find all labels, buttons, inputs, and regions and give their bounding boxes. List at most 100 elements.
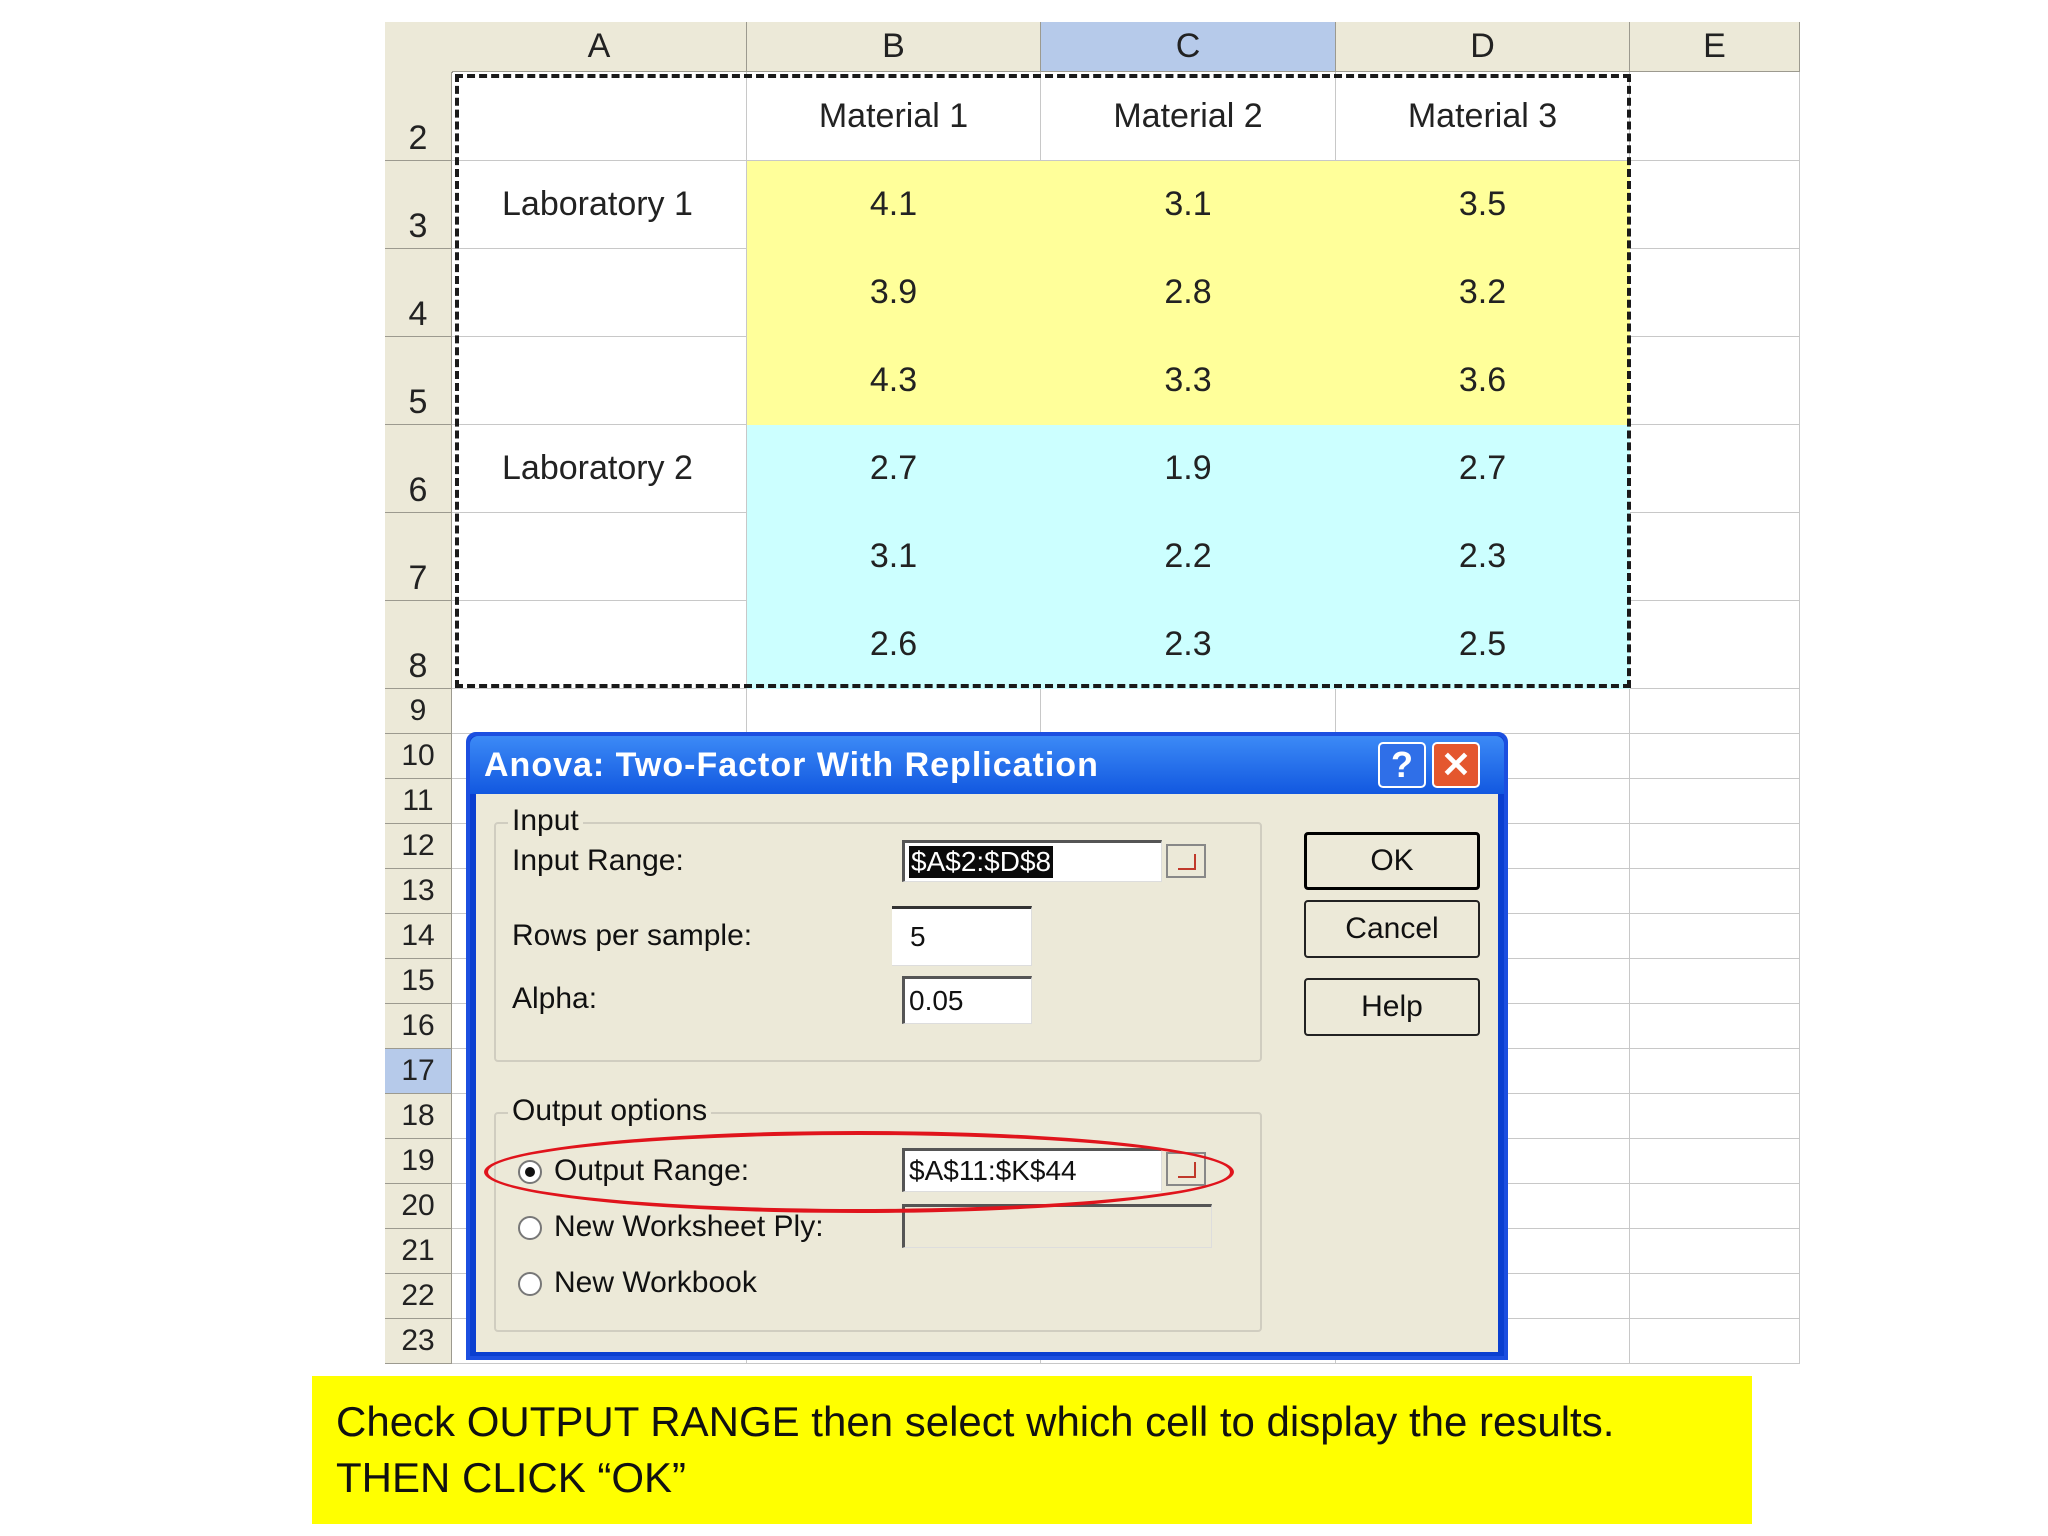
row-header-17[interactable]: 17 [385,1049,452,1094]
close-title-button[interactable]: ✕ [1432,742,1480,788]
cell-a6[interactable]: Laboratory 2 [452,425,747,513]
ok-button[interactable]: OK [1304,832,1480,890]
row-header-4[interactable]: 4 [385,249,452,337]
row-header-13[interactable]: 13 [385,869,452,914]
new-worksheet-radio[interactable] [518,1216,542,1240]
cell-e8[interactable] [1630,601,1800,689]
cell-e2[interactable] [1630,72,1800,161]
row-header-3[interactable]: 3 [385,161,452,249]
row-header-16[interactable]: 16 [385,1004,452,1049]
row-header-15[interactable]: 15 [385,959,452,1004]
cell-b4[interactable]: 3.9 [747,249,1041,337]
output-range-label[interactable]: Output Range: [554,1154,749,1188]
row-header-22[interactable]: 22 [385,1274,452,1319]
cell-d6[interactable]: 2.7 [1336,425,1630,513]
cell-c2[interactable]: Material 2 [1041,72,1336,161]
column-header-c[interactable]: C [1041,22,1336,72]
row-header-7[interactable]: 7 [385,513,452,601]
caption-line-1: Check OUTPUT RANGE then select which cel… [336,1398,1615,1445]
close-icon: ✕ [1440,744,1472,785]
cell-c7[interactable]: 2.2 [1041,513,1336,601]
cell-c4[interactable]: 2.8 [1041,249,1336,337]
cell-a5[interactable] [452,337,747,425]
row-header-9[interactable]: 9 [385,689,452,734]
input-range-value: $A$2:$D$8 [909,846,1054,878]
input-range-label: Input Range: [512,844,684,877]
dialog-body: Input Input Range: $A$2:$D$8 Rows per sa… [476,794,1498,1352]
row-header-2[interactable]: 2 [385,72,452,161]
cell-d4[interactable]: 3.2 [1336,249,1630,337]
select-all-corner[interactable] [385,22,453,73]
anova-dialog: Anova: Two-Factor With Replication ? ✕ I… [466,732,1508,1360]
cells-col-e-lower[interactable] [1630,689,1800,1364]
formula-bar-strip [385,0,1800,23]
output-options-label: Output options [508,1094,712,1128]
output-range-value: $A$11:$K$44 [909,1155,1077,1186]
column-header-e[interactable]: E [1630,22,1800,72]
cell-d8[interactable]: 2.5 [1336,601,1630,689]
row-header-20[interactable]: 20 [385,1184,452,1229]
alpha-label: Alpha: [512,982,598,1015]
column-header-b[interactable]: B [747,22,1041,72]
cell-c6[interactable]: 1.9 [1041,425,1336,513]
row-header-5[interactable]: 5 [385,337,452,425]
cell-b6[interactable]: 2.7 [747,425,1041,513]
rows-per-sample-value: 5 [910,921,926,952]
row-header-14[interactable]: 14 [385,914,452,959]
new-workbook-radio[interactable] [518,1272,542,1296]
cell-c8[interactable]: 2.3 [1041,601,1336,689]
cell-e5[interactable] [1630,337,1800,425]
instruction-caption: Check OUTPUT RANGE then select which cel… [312,1376,1752,1524]
output-range-field[interactable]: $A$11:$K$44 [902,1148,1162,1192]
row-header-12[interactable]: 12 [385,824,452,869]
cell-a4[interactable] [452,249,747,337]
row-header-6[interactable]: 6 [385,425,452,513]
output-range-radio[interactable] [518,1160,542,1184]
row-header-18[interactable]: 18 [385,1094,452,1139]
cell-c3[interactable]: 3.1 [1041,161,1336,249]
column-header-d[interactable]: D [1336,22,1630,72]
row-header-10[interactable]: 10 [385,734,452,779]
cancel-button[interactable]: Cancel [1304,900,1480,958]
cell-a2[interactable] [452,72,747,161]
help-button[interactable]: Help [1304,978,1480,1036]
input-range-collapse-button[interactable] [1166,844,1206,878]
cell-d2[interactable]: Material 3 [1336,72,1630,161]
row-header-11[interactable]: 11 [385,779,452,824]
cell-a7[interactable] [452,513,747,601]
new-worksheet-field[interactable] [902,1204,1212,1248]
new-workbook-label[interactable]: New Workbook [554,1266,757,1300]
cell-d7[interactable]: 2.3 [1336,513,1630,601]
row-header-21[interactable]: 21 [385,1229,452,1274]
rows-per-sample-label: Rows per sample: [512,919,753,952]
question-icon: ? [1391,744,1413,785]
column-header-a[interactable]: A [452,22,747,72]
cell-e6[interactable] [1630,425,1800,513]
input-group-label: Input [508,804,583,838]
cell-b5[interactable]: 4.3 [747,337,1041,425]
cell-b3[interactable]: 4.1 [747,161,1041,249]
cell-e7[interactable] [1630,513,1800,601]
cell-d5[interactable]: 3.6 [1336,337,1630,425]
cell-b2[interactable]: Material 1 [747,72,1041,161]
row-header-19[interactable]: 19 [385,1139,452,1184]
cell-b8[interactable]: 2.6 [747,601,1041,689]
cell-a8[interactable] [452,601,747,689]
help-title-button[interactable]: ? [1378,742,1426,788]
cell-e3[interactable] [1630,161,1800,249]
new-worksheet-label[interactable]: New Worksheet Ply: [554,1210,824,1244]
cell-a3[interactable]: Laboratory 1 [452,161,747,249]
alpha-field[interactable]: 0.05 [902,976,1032,1024]
input-range-field[interactable]: $A$2:$D$8 [902,840,1162,882]
caption-line-2: THEN CLICK “OK” [336,1454,687,1501]
row-header-23[interactable]: 23 [385,1319,452,1364]
cell-d3[interactable]: 3.5 [1336,161,1630,249]
row-header-8[interactable]: 8 [385,601,452,689]
cell-c5[interactable]: 3.3 [1041,337,1336,425]
alpha-value: 0.05 [909,985,964,1016]
output-range-collapse-button[interactable] [1166,1152,1206,1186]
dialog-titlebar[interactable]: Anova: Two-Factor With Replication ? ✕ [470,736,1504,794]
cell-e4[interactable] [1630,249,1800,337]
rows-per-sample-field[interactable]: 5 [892,906,1032,966]
cell-b7[interactable]: 3.1 [747,513,1041,601]
